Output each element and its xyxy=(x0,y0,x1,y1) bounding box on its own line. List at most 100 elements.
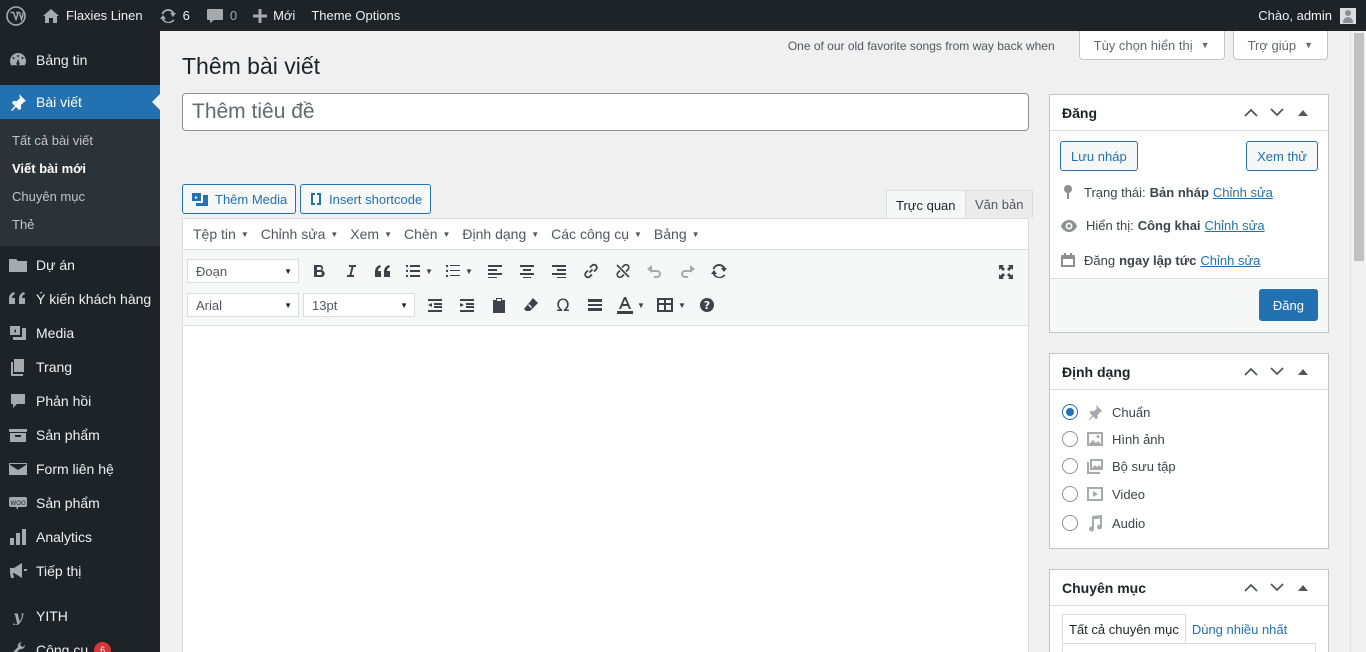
add-media-button[interactable]: Thêm Media xyxy=(182,184,297,214)
align-left-button[interactable] xyxy=(479,257,511,285)
insert-shortcode-button[interactable]: Insert shortcode xyxy=(300,184,432,214)
tab-text[interactable]: Văn bản xyxy=(965,190,1034,218)
wordpress-logo-icon[interactable] xyxy=(0,0,34,31)
format-option-audio[interactable]: Audio xyxy=(1062,514,1145,532)
font-size-select[interactable]: 13pt ▼ xyxy=(303,293,415,317)
sidebar-item-tools[interactable]: Công cụ 6 xyxy=(0,633,160,652)
move-up-icon[interactable] xyxy=(1238,100,1264,126)
move-down-icon[interactable] xyxy=(1264,359,1290,385)
bold-button[interactable] xyxy=(303,257,335,285)
sidebar-item-dashboard[interactable]: Bảng tin xyxy=(0,43,160,77)
align-right-button[interactable] xyxy=(543,257,575,285)
outdent-button[interactable] xyxy=(419,291,451,319)
special-character-button[interactable]: Ω xyxy=(547,291,579,319)
submenu-add-new[interactable]: Viết bài mới xyxy=(0,154,160,182)
sidebar-item-products-1[interactable]: Sản phẩm xyxy=(0,418,160,452)
menu-file[interactable]: Tệp tin ▼ xyxy=(187,226,255,242)
menu-edit[interactable]: Chỉnh sửa ▼ xyxy=(255,226,345,242)
sidebar-item-woo-products[interactable]: WOO Sản phẩm xyxy=(0,486,160,520)
editor-content-area[interactable] xyxy=(183,326,1028,652)
blockquote-button[interactable] xyxy=(367,257,399,285)
submenu-all-posts[interactable]: Tất cả bài viết xyxy=(0,126,160,154)
keyboard-shortcuts-button[interactable]: ? xyxy=(691,291,723,319)
toggle-panel-icon[interactable] xyxy=(1290,359,1316,385)
horizontal-line-button[interactable] xyxy=(579,291,611,319)
sidebar-item-media[interactable]: Media xyxy=(0,316,160,350)
publish-button[interactable]: Đăng xyxy=(1258,289,1318,321)
format-radio-standard[interactable] xyxy=(1062,404,1078,420)
numbered-list-button[interactable]: ▼ xyxy=(439,257,479,285)
paste-text-button[interactable] xyxy=(483,291,515,319)
menu-view[interactable]: Xem ▼ xyxy=(344,226,398,242)
format-option-video[interactable]: Video xyxy=(1062,486,1145,502)
format-radio-video[interactable] xyxy=(1062,486,1078,502)
eye-icon xyxy=(1061,219,1077,232)
format-option-gallery[interactable]: Bộ sưu tập xyxy=(1062,458,1176,474)
edit-status-link[interactable]: Chỉnh sửa xyxy=(1213,185,1273,200)
help-icon: ? xyxy=(700,298,714,312)
move-up-icon[interactable] xyxy=(1238,359,1264,385)
format-radio-gallery[interactable] xyxy=(1062,458,1078,474)
table-button[interactable]: ▼ xyxy=(651,291,691,319)
tab-visual[interactable]: Trực quan xyxy=(886,190,966,219)
undo-button[interactable] xyxy=(639,257,671,285)
move-down-icon[interactable] xyxy=(1264,100,1290,126)
site-name-link[interactable]: Flaxies Linen xyxy=(34,0,151,31)
submenu-categories[interactable]: Chuyên mục xyxy=(0,182,160,210)
format-radio-audio[interactable] xyxy=(1062,515,1078,531)
toggle-panel-icon[interactable] xyxy=(1290,575,1316,601)
sidebar-item-yith[interactable]: y YITH xyxy=(0,599,160,633)
edit-schedule-link[interactable]: Chỉnh sửa xyxy=(1200,253,1260,268)
sidebar-item-marketing[interactable]: Tiếp thị xyxy=(0,554,160,588)
menu-tools[interactable]: Các công cụ ▼ xyxy=(545,226,648,242)
theme-options-link[interactable]: Theme Options xyxy=(303,0,408,31)
sidebar-item-pages[interactable]: Trang xyxy=(0,350,160,384)
menu-insert[interactable]: Chèn ▼ xyxy=(398,226,456,242)
align-center-button[interactable] xyxy=(511,257,543,285)
sidebar-item-contact-form[interactable]: Form liên hệ xyxy=(0,452,160,486)
menu-format[interactable]: Định dạng ▼ xyxy=(456,226,545,242)
submenu-tags[interactable]: Thẻ xyxy=(0,210,160,238)
page-scrollbar[interactable] xyxy=(1350,31,1366,652)
category-list-panel xyxy=(1062,643,1316,652)
save-draft-button[interactable]: Lưu nháp xyxy=(1060,141,1138,171)
remove-link-button[interactable] xyxy=(607,257,639,285)
indent-button[interactable] xyxy=(451,291,483,319)
sidebar-item-analytics[interactable]: Analytics xyxy=(0,520,160,554)
fullscreen-button[interactable] xyxy=(990,258,1022,286)
comments-link[interactable]: 0 xyxy=(198,0,245,31)
move-up-icon[interactable] xyxy=(1238,575,1264,601)
preview-button[interactable]: Xem thử xyxy=(1246,141,1318,171)
my-account[interactable]: Chào, admin xyxy=(1258,7,1366,24)
new-content-link[interactable]: Mới xyxy=(245,0,303,31)
menu-table[interactable]: Bảng ▼ xyxy=(648,226,706,242)
sidebar-item-testimonials[interactable]: Ý kiến khách hàng xyxy=(0,282,160,316)
updates-link[interactable]: 6 xyxy=(151,0,198,31)
scrollbar-thumb[interactable] xyxy=(1354,33,1364,261)
reload-button[interactable] xyxy=(703,257,735,285)
move-down-icon[interactable] xyxy=(1264,575,1290,601)
text-color-button[interactable]: ▼ xyxy=(611,291,651,319)
help-button[interactable]: Trợ giúp ▼ xyxy=(1232,31,1328,60)
sidebar-item-projects[interactable]: Dự án xyxy=(0,248,160,282)
format-radio-image[interactable] xyxy=(1062,431,1078,447)
bullet-list-button[interactable]: ▼ xyxy=(399,257,439,285)
clear-formatting-button[interactable] xyxy=(515,291,547,319)
font-family-value: Arial xyxy=(196,297,223,313)
insert-link-button[interactable] xyxy=(575,257,607,285)
tab-most-used[interactable]: Dùng nhiều nhất xyxy=(1186,614,1293,644)
format-option-standard[interactable]: Chuẩn xyxy=(1062,403,1150,421)
screen-options-button[interactable]: Tùy chọn hiển thị ▼ xyxy=(1078,31,1225,60)
format-option-image[interactable]: Hình ảnh xyxy=(1062,431,1165,447)
toggle-panel-icon[interactable] xyxy=(1290,100,1316,126)
post-title-input[interactable] xyxy=(182,93,1029,131)
italic-button[interactable] xyxy=(335,257,367,285)
edit-visibility-link[interactable]: Chỉnh sửa xyxy=(1205,218,1265,233)
redo-button[interactable] xyxy=(671,257,703,285)
editor-toolbars: Đoạn ▼ ▼ ▼ Arial ▼ 13pt ▼ Ω ▼ ▼ ? xyxy=(183,250,1028,326)
sidebar-item-posts[interactable]: Bài viết xyxy=(0,85,160,119)
tab-all-categories[interactable]: Tất cả chuyên mục xyxy=(1062,614,1186,644)
block-format-select[interactable]: Đoạn ▼ xyxy=(187,259,299,283)
sidebar-item-comments[interactable]: Phản hồi xyxy=(0,384,160,418)
font-family-select[interactable]: Arial ▼ xyxy=(187,293,299,317)
